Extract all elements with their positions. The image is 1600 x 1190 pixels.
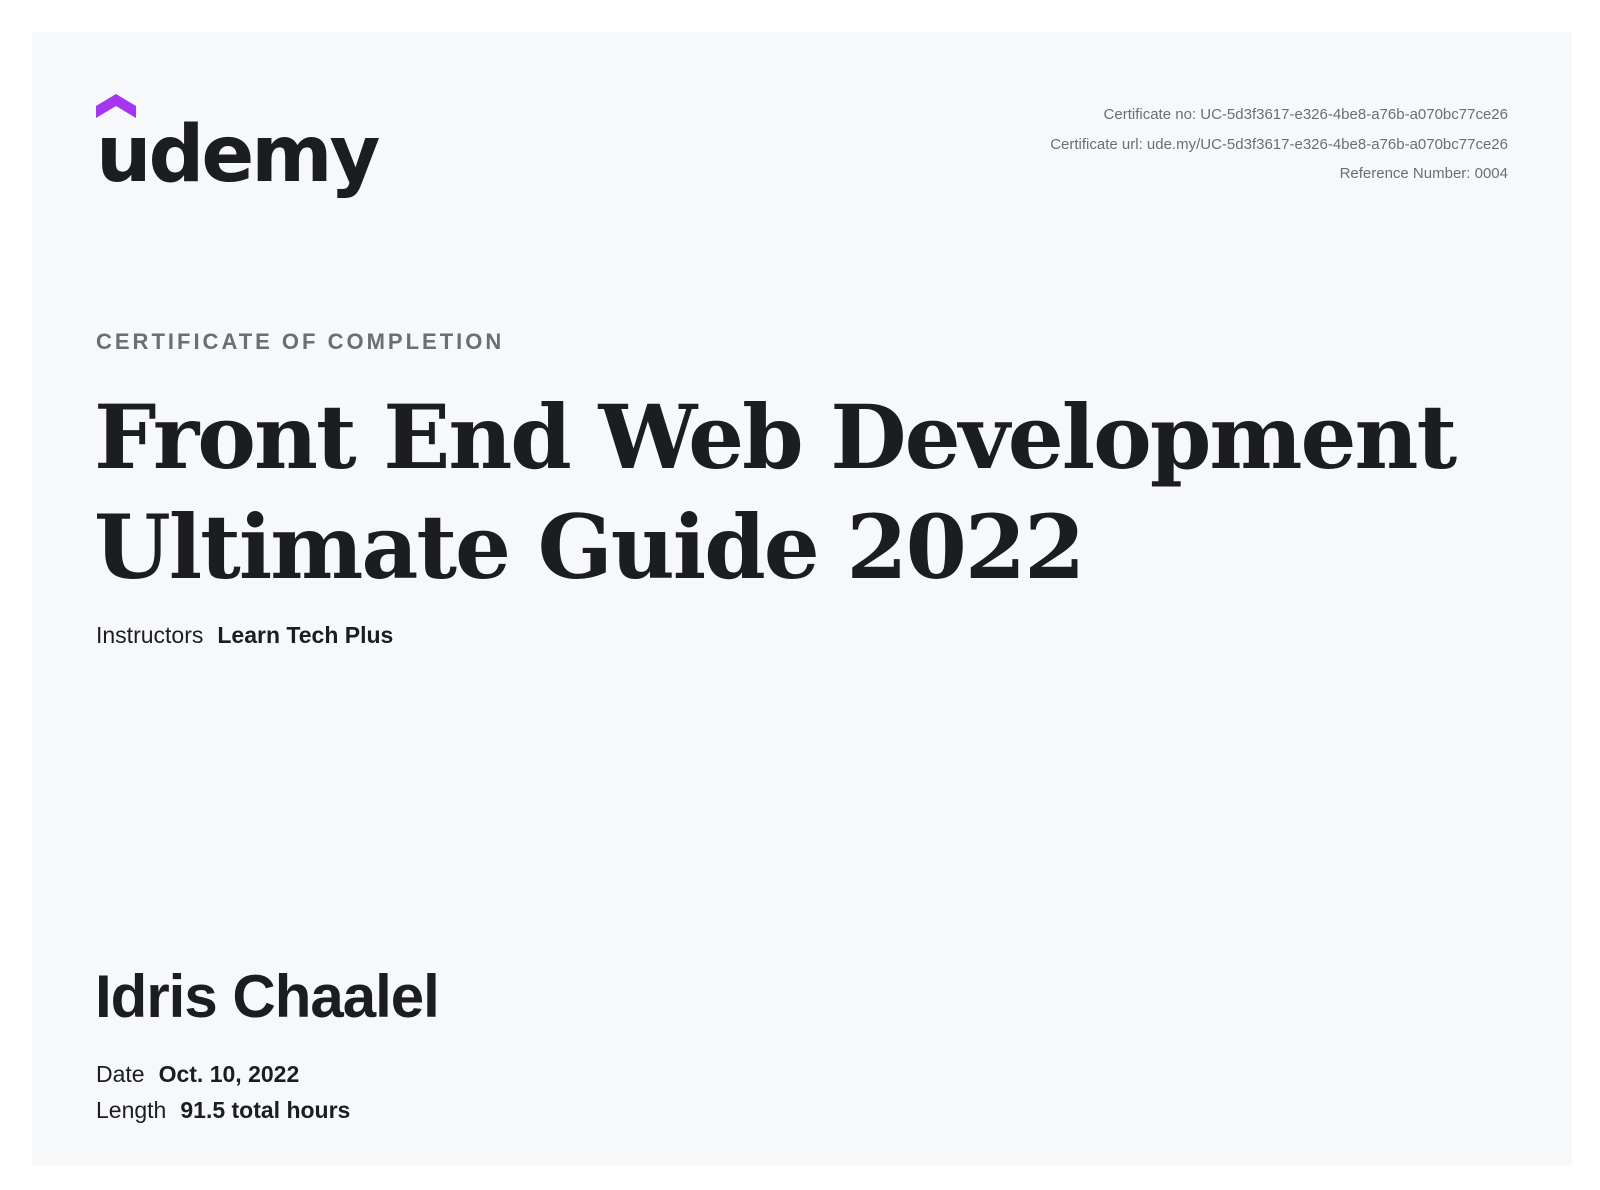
instructors: Instructors Learn Tech Plus: [96, 622, 393, 649]
certificate-kicker: CERTIFICATE OF COMPLETION: [96, 329, 505, 354]
certificate-number: Certificate no: UC-5d3f3617-e326-4be8-a7…: [1103, 106, 1508, 123]
certificate-card: udemy Certificate no: UC-5d3f3617-e326-4…: [32, 32, 1572, 1165]
completion-details: Date Oct. 10, 2022 Length 91.5 total hours: [96, 1056, 350, 1128]
logo-mark-icon: [96, 94, 136, 118]
recipient-name: Idris Chaalel: [95, 963, 440, 1030]
logo-wordmark: udemy: [96, 110, 380, 200]
certificate-url: Certificate url: ude.my/UC-5d3f3617-e326…: [1050, 135, 1508, 153]
length-row: Length 91.5 total hours: [96, 1092, 350, 1128]
course-title-line-2: Ultimate Guide 2022: [94, 495, 1085, 599]
date-row: Date Oct. 10, 2022: [96, 1056, 350, 1092]
reference-number: Reference Number: 0004: [1339, 165, 1508, 182]
date-value: Oct. 10, 2022: [158, 1061, 300, 1087]
course-title-line-1: Front End Web Development: [94, 385, 1457, 489]
instructors-label: Instructors: [96, 622, 204, 648]
certificate-meta: Certificate no: UC-5d3f3617-e326-4be8-a7…: [1050, 100, 1508, 189]
date-label: Date: [96, 1061, 145, 1087]
course-title: Front End Web Development Ultimate Guide…: [94, 382, 1494, 602]
udemy-logo: udemy: [96, 94, 380, 200]
instructors-value: Learn Tech Plus: [217, 622, 394, 648]
length-label: Length: [96, 1097, 167, 1123]
length-value: 91.5 total hours: [180, 1097, 351, 1123]
